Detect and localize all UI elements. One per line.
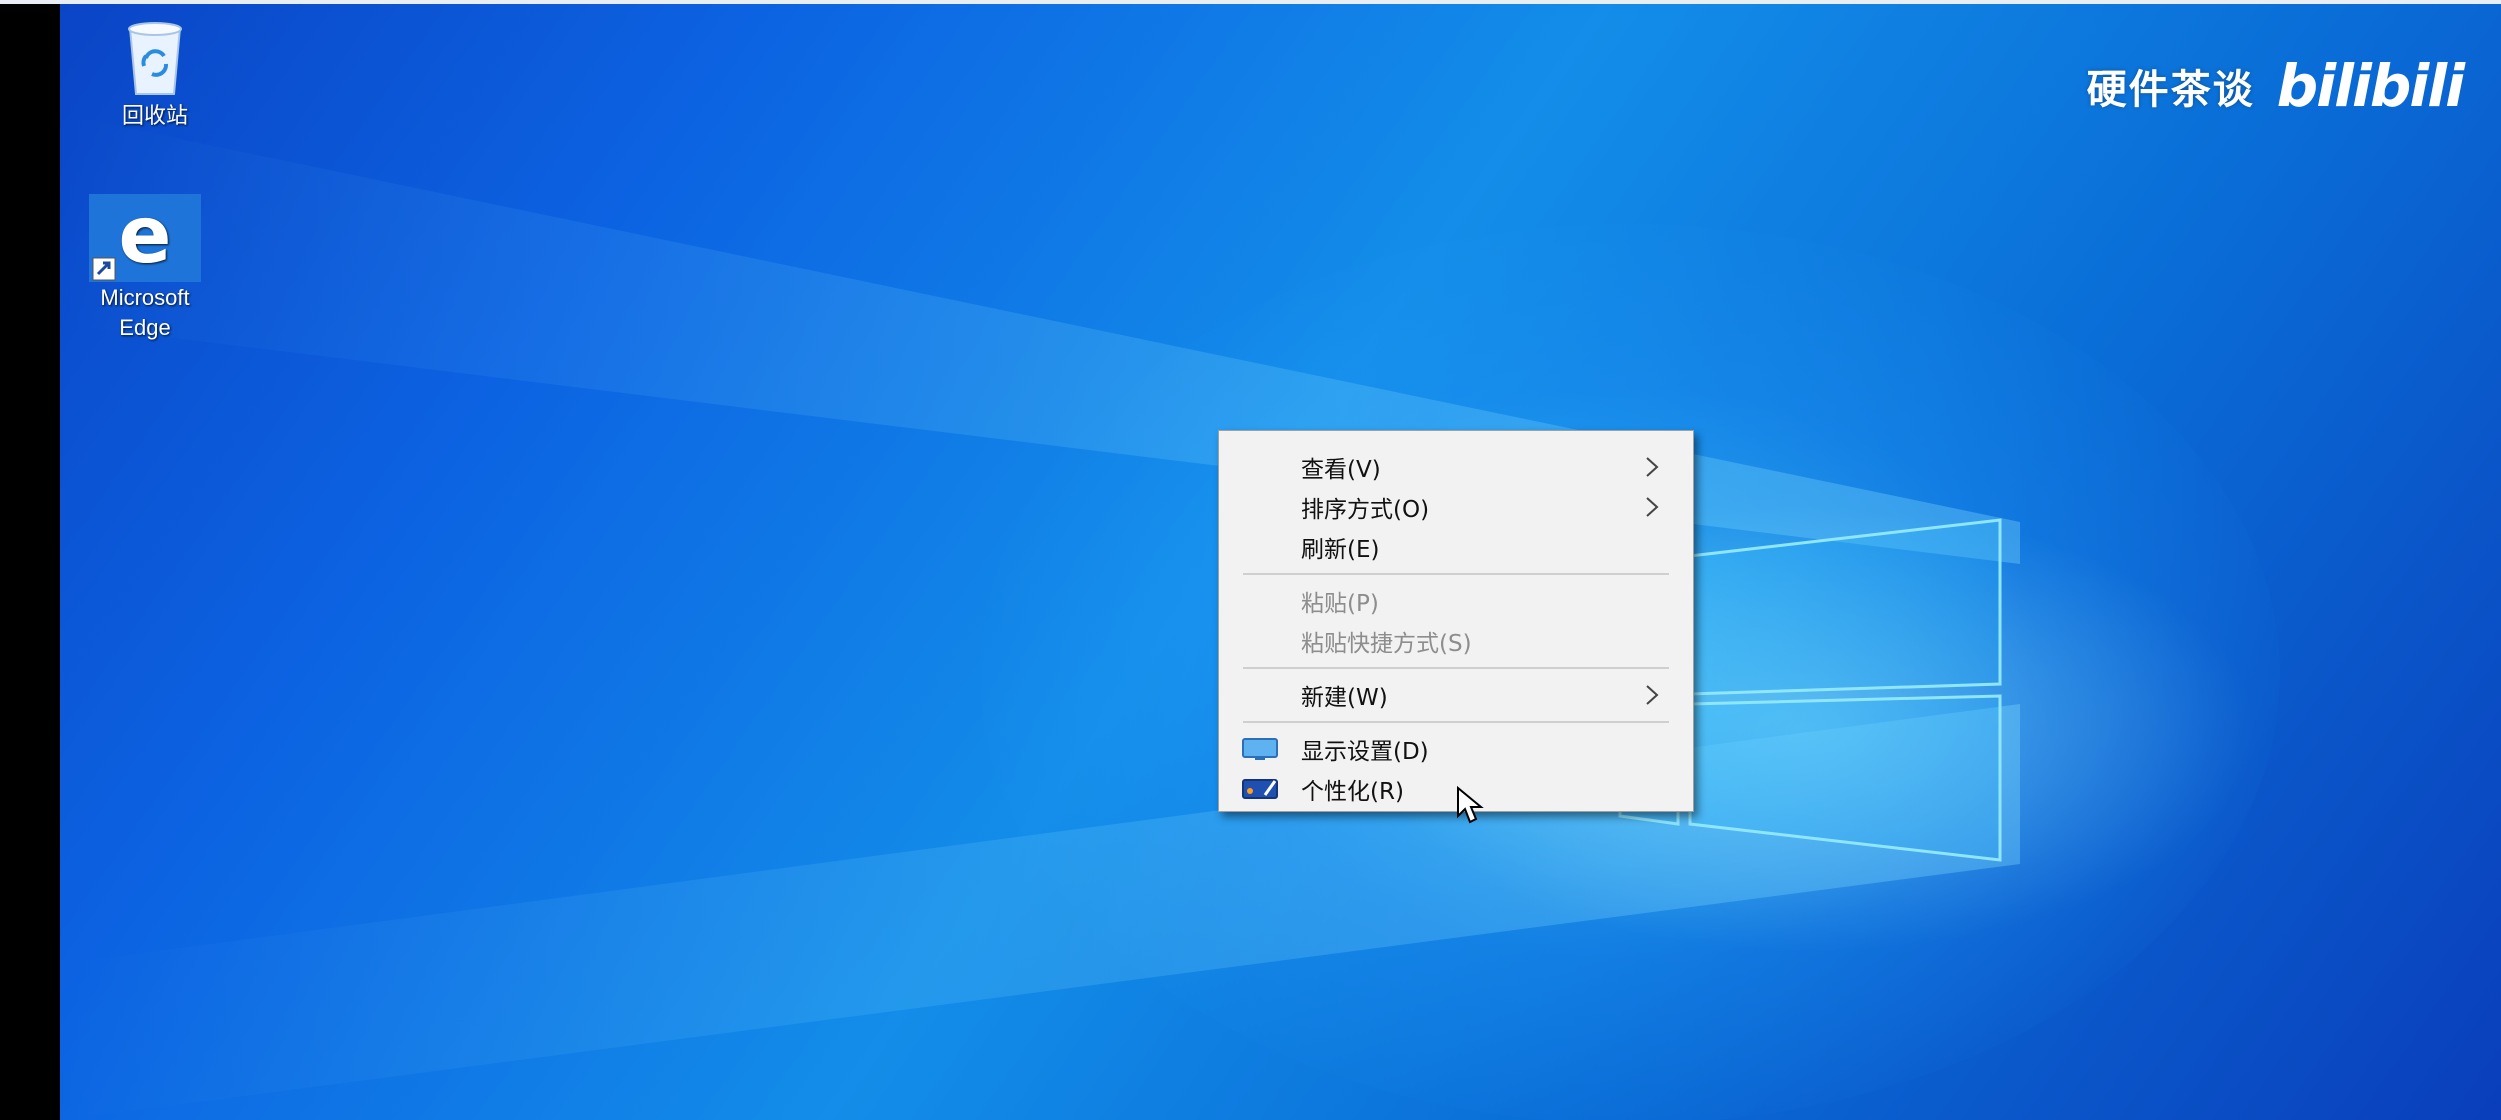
recycle-bin-icon (110, 20, 200, 100)
menu-separator (1243, 721, 1669, 723)
edge-icon: e (89, 191, 201, 282)
menu-item-personalize-label: 个性化(R) (1301, 779, 1404, 805)
chevron-right-icon (1646, 685, 1659, 705)
menu-item-paste[interactable]: 粘贴(P) (1219, 581, 1693, 621)
bilibili-logo: bilibili (2276, 52, 2465, 120)
menu-item-refresh[interactable]: 刷新(E) (1219, 527, 1693, 567)
desktop-context-menu: 查看(V) 排序方式(O) 刷新(E) 粘贴(P) 粘贴快捷方式(S) 新建(W… (1218, 430, 1694, 812)
chevron-right-icon (1646, 497, 1659, 517)
menu-item-display-settings-label: 显示设置(D) (1301, 739, 1429, 765)
video-watermark: 硬件茶谈 bilibili (2086, 52, 2465, 120)
menu-item-view-label: 查看(V) (1301, 457, 1381, 483)
menu-item-sort-by-label: 排序方式(O) (1301, 497, 1430, 523)
svg-text:e: e (119, 194, 172, 281)
menu-item-refresh-label: 刷新(E) (1301, 537, 1380, 563)
desktop-icon-recycle-bin[interactable]: 回收站 (90, 20, 220, 130)
screen: 回收站 e Microsoft Edge 硬件茶谈 bilibili 查看(V) (0, 0, 2501, 1120)
left-black-bar (0, 4, 60, 1120)
menu-item-paste-shortcut-label: 粘贴快捷方式(S) (1301, 631, 1472, 657)
menu-item-paste-label: 粘贴(P) (1301, 591, 1379, 617)
menu-item-sort-by[interactable]: 排序方式(O) (1219, 487, 1693, 527)
edge-label-line2: Edge (119, 315, 171, 340)
menu-item-paste-shortcut[interactable]: 粘贴快捷方式(S) (1219, 621, 1693, 661)
edge-label-line1: Microsoft (100, 285, 190, 310)
personalize-icon (1242, 779, 1278, 799)
menu-separator (1243, 573, 1669, 575)
logo-pane-top-right (1688, 518, 2002, 696)
menu-separator (1243, 667, 1669, 669)
chevron-right-icon (1646, 457, 1659, 477)
desktop-icon-microsoft-edge[interactable]: e Microsoft Edge (80, 191, 210, 342)
mouse-cursor-icon (1457, 786, 1484, 824)
watermark-text: 硬件茶谈 (2086, 67, 2255, 113)
menu-item-display-settings[interactable]: 显示设置(D) (1219, 729, 1693, 769)
display-settings-icon (1242, 738, 1278, 760)
menu-item-new[interactable]: 新建(W) (1219, 675, 1693, 715)
light-beam-top (60, 114, 2020, 564)
recycle-bin-label: 回收站 (121, 103, 188, 128)
menu-item-view[interactable]: 查看(V) (1219, 447, 1693, 487)
menu-item-new-label: 新建(W) (1301, 685, 1388, 711)
